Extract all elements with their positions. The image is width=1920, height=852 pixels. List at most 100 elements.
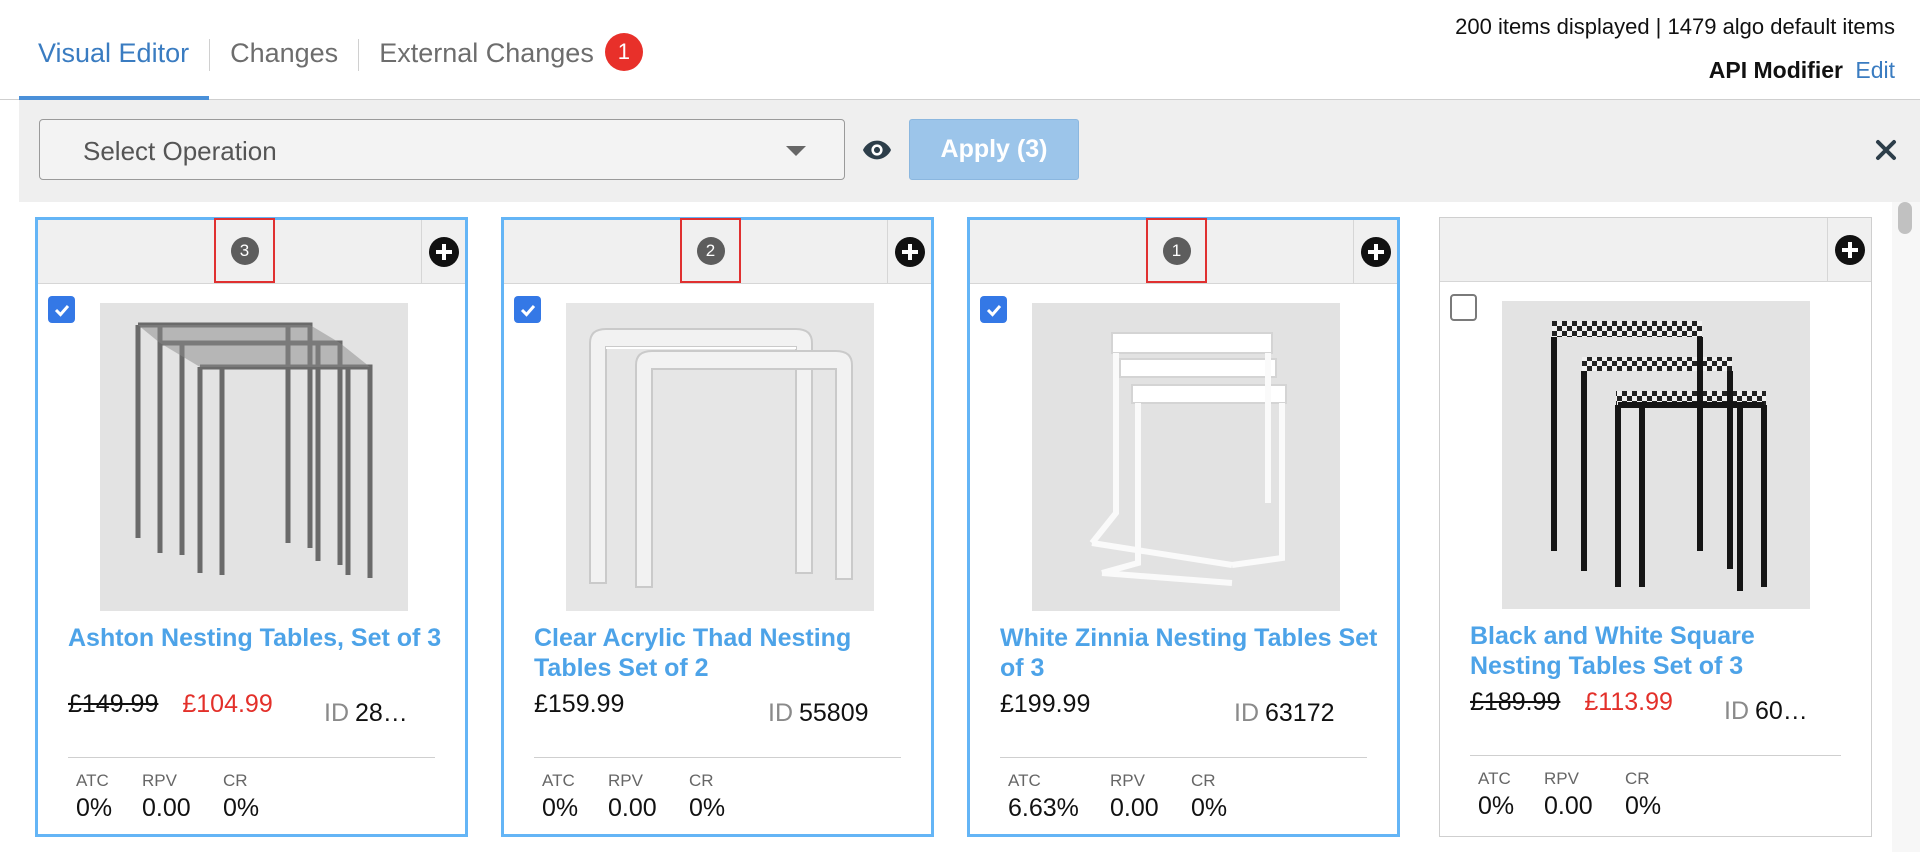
card-header bbox=[1440, 218, 1871, 282]
caret-down-icon bbox=[786, 146, 806, 156]
product-id: ID 60… bbox=[1724, 697, 1808, 726]
metric-label: CR bbox=[223, 771, 248, 790]
metric-value: 0.00 bbox=[142, 794, 191, 822]
price: £199.99 bbox=[1000, 690, 1091, 718]
metric-label: RPV bbox=[1110, 771, 1145, 790]
metric-label: ATC bbox=[1478, 769, 1511, 788]
close-icon[interactable] bbox=[1874, 138, 1898, 162]
metric-value: 0% bbox=[76, 794, 113, 822]
tab-changes[interactable]: Changes bbox=[210, 0, 358, 100]
plus-circle-icon bbox=[1834, 234, 1865, 265]
product-title-link[interactable]: Ashton Nesting Tables, Set of 3 bbox=[68, 623, 448, 653]
metric-value: 0% bbox=[1625, 792, 1662, 820]
tab-external-changes[interactable]: External Changes 1 bbox=[359, 0, 663, 100]
select-checkbox[interactable] bbox=[1450, 294, 1477, 321]
product-card[interactable]: 2 Clear Acrylic Thad Nesting Tables Set … bbox=[501, 217, 934, 837]
tab-visual-editor[interactable]: Visual Editor bbox=[19, 0, 210, 101]
sale-price: £113.99 bbox=[1584, 688, 1673, 716]
checkmark-icon bbox=[54, 304, 69, 317]
plus-circle-icon bbox=[428, 236, 459, 267]
api-modifier-label: API Modifier bbox=[1708, 57, 1843, 83]
checkmark-icon bbox=[986, 304, 1001, 317]
select-checkbox[interactable] bbox=[514, 296, 541, 323]
position-marker: 1 bbox=[1146, 218, 1207, 283]
card-divider bbox=[68, 757, 435, 758]
api-modifier: API Modifier Edit bbox=[1455, 57, 1895, 84]
white-nesting-tables-image bbox=[1032, 303, 1340, 611]
product-id: ID 63172 bbox=[1234, 699, 1335, 728]
product-image[interactable] bbox=[1032, 303, 1340, 611]
price-block: £159.99 bbox=[534, 690, 624, 719]
metric-value: 6.63% bbox=[1008, 794, 1079, 822]
api-modifier-edit-link[interactable]: Edit bbox=[1855, 57, 1895, 83]
operation-select[interactable]: Select Operation bbox=[39, 119, 845, 180]
metric-value: 0.00 bbox=[608, 794, 657, 822]
metric-label: ATC bbox=[542, 771, 575, 790]
metric-atc: ATC 0% bbox=[1478, 769, 1514, 821]
position-number: 1 bbox=[1162, 236, 1191, 265]
product-image[interactable] bbox=[100, 303, 408, 611]
select-checkbox[interactable] bbox=[48, 296, 75, 323]
metric-label: RPV bbox=[608, 771, 643, 790]
metric-atc: ATC 0% bbox=[542, 771, 578, 823]
metric-value: 0.00 bbox=[1110, 794, 1159, 822]
product-id-label: ID bbox=[1234, 699, 1259, 727]
metric-label: CR bbox=[689, 771, 714, 790]
product-id-label: ID bbox=[324, 699, 349, 727]
price: £159.99 bbox=[534, 690, 625, 718]
metric-label: ATC bbox=[1008, 771, 1041, 790]
product-card[interactable]: 1 White Zinnia Nesting Tables Set of 3 £… bbox=[967, 217, 1400, 837]
product-image[interactable] bbox=[566, 303, 874, 611]
metric-cr: CR 0% bbox=[1625, 769, 1661, 821]
metric-value: 0% bbox=[1191, 794, 1228, 822]
product-card[interactable]: Black and White Square Nesting Tables Se… bbox=[1439, 217, 1872, 837]
eye-icon[interactable] bbox=[861, 134, 893, 166]
add-button[interactable] bbox=[1353, 220, 1397, 283]
tab-label: Visual Editor bbox=[38, 38, 190, 68]
metric-rpv: RPV 0.00 bbox=[142, 771, 191, 823]
metric-value: 0% bbox=[1478, 792, 1515, 820]
select-checkbox[interactable] bbox=[980, 296, 1007, 323]
operation-toolbar: Select Operation Apply (3) bbox=[19, 100, 1920, 202]
items-meta: 200 items displayed | 1479 algo default … bbox=[1455, 14, 1895, 84]
price-block: £189.99 £113.99 bbox=[1470, 688, 1673, 717]
product-grid: 3 Ashton Nesting Tables, Set of 3 £149.9… bbox=[19, 202, 1890, 852]
price-block: £199.99 bbox=[1000, 690, 1090, 719]
scrollbar-thumb[interactable] bbox=[1898, 202, 1912, 234]
metric-label: RPV bbox=[1544, 769, 1579, 788]
metric-atc: ATC 6.63% bbox=[1008, 771, 1079, 823]
clear-acrylic-nesting-tables-image bbox=[566, 303, 874, 611]
product-id: ID 55809 bbox=[768, 699, 869, 728]
product-title-link[interactable]: Clear Acrylic Thad Nesting Tables Set of… bbox=[534, 623, 914, 683]
metric-cr: CR 0% bbox=[223, 771, 259, 823]
original-price: £149.99 bbox=[68, 690, 159, 718]
metric-label: RPV bbox=[142, 771, 177, 790]
metric-cr: CR 0% bbox=[1191, 771, 1227, 823]
metric-atc: ATC 0% bbox=[76, 771, 112, 823]
metric-label: CR bbox=[1625, 769, 1650, 788]
add-button[interactable] bbox=[1827, 218, 1871, 281]
product-title-link[interactable]: White Zinnia Nesting Tables Set of 3 bbox=[1000, 623, 1380, 683]
top-bar: Visual Editor Changes External Changes 1… bbox=[0, 0, 1920, 101]
add-button[interactable] bbox=[887, 220, 931, 283]
metric-rpv: RPV 0.00 bbox=[608, 771, 657, 823]
add-button[interactable] bbox=[421, 220, 465, 283]
product-id-value: 28… bbox=[355, 699, 408, 727]
tab-label: Changes bbox=[230, 38, 339, 68]
card-divider bbox=[1000, 757, 1367, 758]
metric-value: 0% bbox=[542, 794, 579, 822]
product-title-link[interactable]: Black and White Square Nesting Tables Se… bbox=[1470, 621, 1850, 681]
vertical-scrollbar[interactable] bbox=[1892, 202, 1920, 852]
operation-select-value: Select Operation bbox=[83, 136, 277, 166]
metric-value: 0% bbox=[223, 794, 260, 822]
checkmark-icon bbox=[520, 304, 535, 317]
product-id-value: 60… bbox=[1755, 697, 1808, 725]
apply-button[interactable]: Apply (3) bbox=[909, 119, 1079, 180]
position-marker: 3 bbox=[214, 218, 275, 283]
product-id: ID 28… bbox=[324, 699, 408, 728]
product-card[interactable]: 3 Ashton Nesting Tables, Set of 3 £149.9… bbox=[35, 217, 468, 837]
product-image[interactable] bbox=[1502, 301, 1810, 609]
black-white-pattern-nesting-tables-image bbox=[1502, 301, 1810, 609]
metric-rpv: RPV 0.00 bbox=[1544, 769, 1593, 821]
original-price: £189.99 bbox=[1470, 688, 1561, 716]
